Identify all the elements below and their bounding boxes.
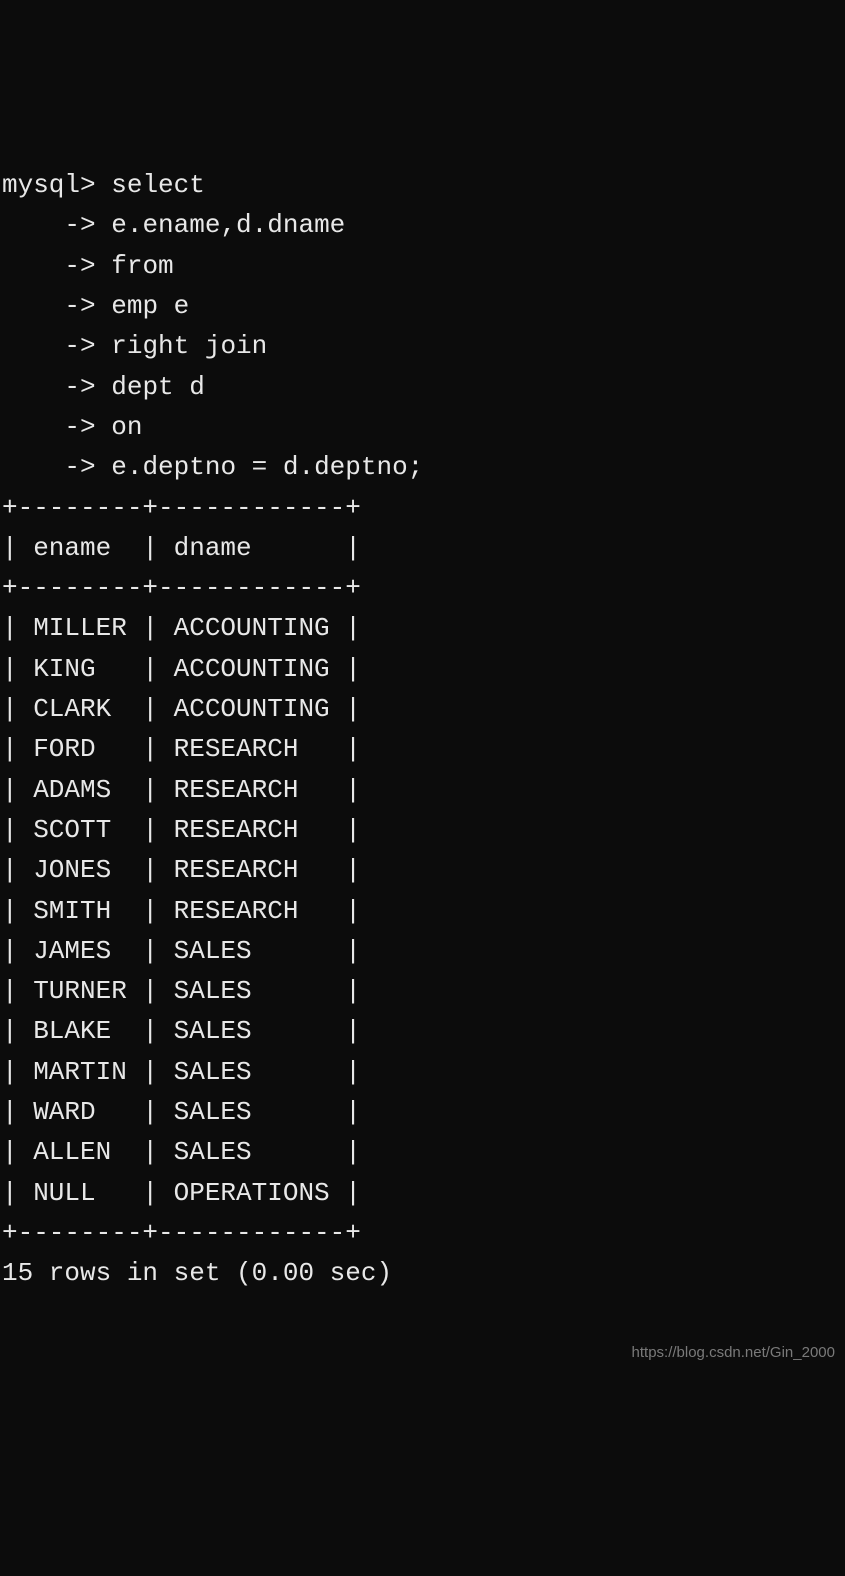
watermark: https://blog.csdn.net/Gin_2000	[632, 1341, 835, 1364]
prompt-cont-6: ->	[2, 412, 96, 442]
prompt-cont-5: ->	[2, 372, 96, 402]
prompt-cont-2: ->	[2, 251, 96, 281]
prompt-cont-4: ->	[2, 331, 96, 361]
prompt-cont-7: ->	[2, 452, 96, 482]
query-line-0: select	[111, 170, 205, 200]
result-summary: 15 rows in set (0.00 sec)	[2, 1258, 392, 1288]
query-line-7: e.deptno = d.deptno;	[111, 452, 423, 482]
prompt-cont-3: ->	[2, 291, 96, 321]
prompt-main: mysql>	[2, 170, 96, 200]
terminal-output: mysql> select -> e.ename,d.dname -> from…	[2, 165, 843, 1293]
query-line-6: on	[111, 412, 142, 442]
prompt-cont-1: ->	[2, 210, 96, 240]
query-line-4: right join	[111, 331, 267, 361]
table-header-row: | ename | dname |	[2, 533, 361, 563]
query-line-2: from	[111, 251, 173, 281]
query-line-1: e.ename,d.dname	[111, 210, 345, 240]
table-border-mid: +--------+------------+	[2, 573, 361, 603]
table-rows: | MILLER | ACCOUNTING | | KING | ACCOUNT…	[2, 613, 361, 1207]
query-line-5: dept d	[111, 372, 205, 402]
table-border-bot: +--------+------------+	[2, 1218, 361, 1248]
query-line-3: emp e	[111, 291, 189, 321]
table-border-top: +--------+------------+	[2, 493, 361, 523]
